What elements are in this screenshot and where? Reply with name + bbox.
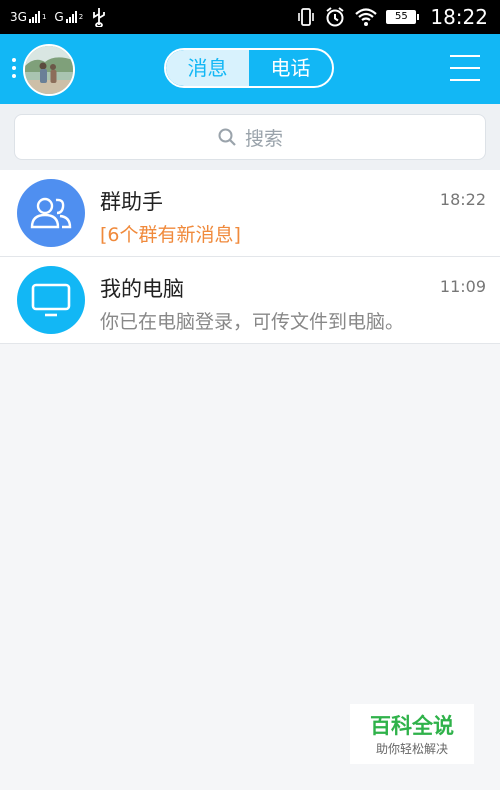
watermark-logo: 百科全说 助你轻松解决: [350, 704, 474, 764]
watermark-title: 百科全说: [370, 714, 454, 738]
sim1-index: 1: [41, 13, 47, 21]
group-assistant-avatar: [17, 179, 85, 247]
group-icon: [30, 197, 72, 229]
conversation-group-assistant[interactable]: 群助手 18:22 [6个群有新消息]: [0, 170, 500, 257]
watermark-subtitle: 助你轻松解决: [375, 742, 448, 756]
conversation-time: 11:09: [439, 277, 486, 296]
status-bar: 3G 1 G 2 55 18:22: [0, 0, 500, 34]
battery-icon: 55: [386, 10, 420, 24]
monitor-icon: [31, 283, 71, 317]
wifi-icon: [355, 8, 378, 26]
signal-bars-icon: [28, 11, 40, 23]
status-bar-right: 55 18:22: [296, 0, 488, 34]
sim2-network-type: G: [54, 10, 64, 24]
message-call-switch: 消息 电话: [164, 48, 334, 88]
sim2-index: 2: [78, 13, 84, 21]
conversation-preview: 你已在电脑登录，可传文件到电脑。: [100, 311, 405, 333]
alarm-icon: [326, 7, 344, 27]
status-time: 18:22: [430, 5, 488, 29]
conversation-list: 群助手 18:22 [6个群有新消息] 我的电脑 11:09 你已在电脑登录，可…: [0, 170, 500, 344]
app-header: 消息 电话: [0, 34, 500, 104]
search-area: 搜索: [0, 104, 500, 170]
search-icon: [218, 128, 236, 146]
tab-messages[interactable]: 消息: [166, 50, 249, 86]
avatar[interactable]: [23, 44, 75, 96]
conversation-preview: [6个群有新消息]: [100, 224, 241, 246]
battery-level: 55: [394, 11, 408, 22]
conversation-my-computer[interactable]: 我的电脑 11:09 你已在电脑登录，可传文件到电脑。: [0, 257, 500, 344]
avatar-photo: [25, 46, 73, 94]
conversation-title: 群助手: [100, 190, 163, 214]
drawer-indicator-icon[interactable]: [12, 58, 16, 82]
sim1-network-type: 3G: [10, 10, 27, 24]
status-bar-left: 3G 1 G 2: [10, 0, 107, 34]
usb-icon: [93, 8, 106, 27]
conversation-time: 18:22: [439, 190, 486, 209]
sim1-signal: 3G 1: [10, 10, 46, 24]
menu-icon[interactable]: [450, 55, 480, 91]
vibrate-icon: [298, 8, 315, 26]
search-bar[interactable]: 搜索: [14, 114, 486, 160]
search-placeholder: 搜索: [244, 127, 283, 150]
signal-bars-icon: [65, 11, 77, 23]
conversation-title: 我的电脑: [100, 277, 184, 301]
tab-calls[interactable]: 电话: [249, 50, 332, 86]
sim2-signal: G 2: [54, 10, 83, 24]
my-computer-avatar: [17, 266, 85, 334]
